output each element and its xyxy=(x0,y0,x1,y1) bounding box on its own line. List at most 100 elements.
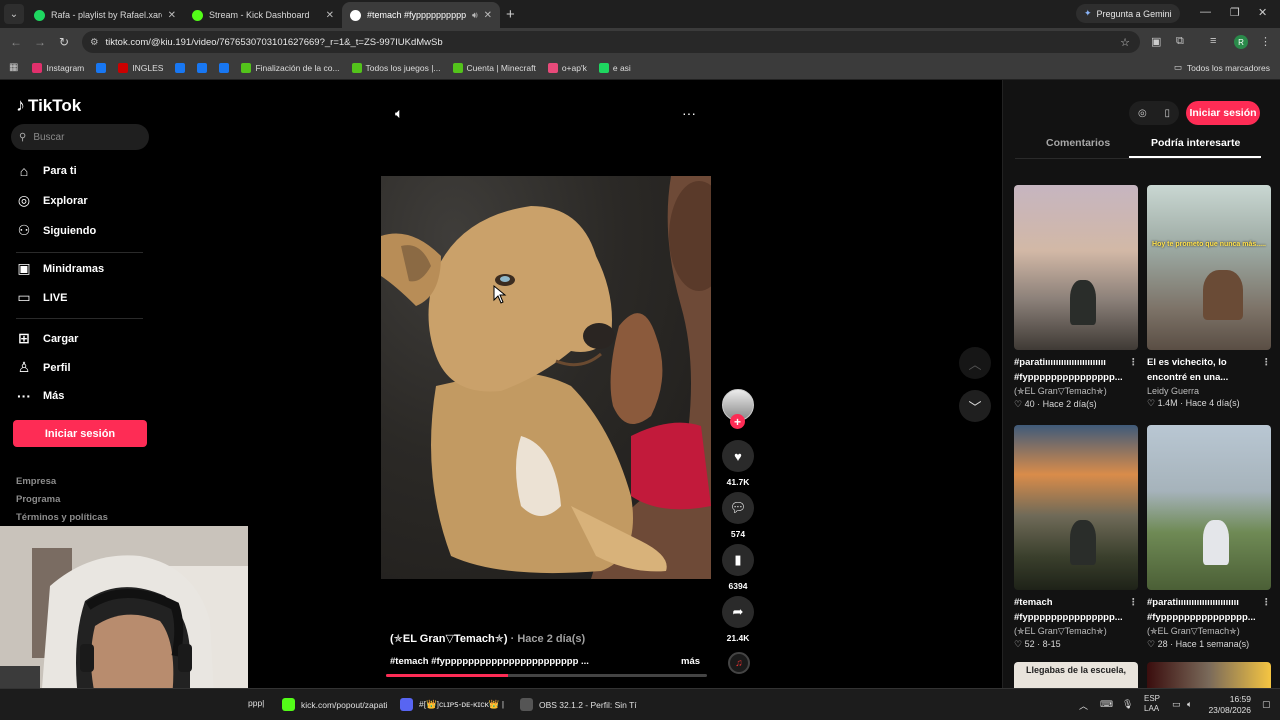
music-disc-icon[interactable]: ♫ xyxy=(728,652,750,674)
share-button[interactable]: ➦ xyxy=(722,596,754,628)
url-input[interactable]: ⚙ tiktok.com/@kiu.191/video/767653070310… xyxy=(82,31,1140,53)
follow-plus-icon[interactable]: + xyxy=(730,414,745,429)
browser-tab[interactable]: #temach #fypppppppppp 🔊︎ ✕ xyxy=(342,2,500,28)
tab-suggested[interactable]: Podría interesarte xyxy=(1151,137,1240,149)
gemini-button[interactable]: ✦ Pregunta a Gemini xyxy=(1076,4,1180,23)
back-button[interactable]: ← xyxy=(4,35,28,49)
bookmark-item[interactable]: e asi xyxy=(598,62,631,73)
suggested-video-card[interactable] xyxy=(1147,662,1271,688)
minimize-button[interactable]: — xyxy=(1200,6,1211,18)
video-author[interactable]: (✯EL Gran▽Temach✯) xyxy=(1014,626,1138,637)
profile-avatar[interactable]: R xyxy=(1234,35,1248,49)
volume-tray-icon[interactable]: 🔈︎ xyxy=(1187,699,1192,710)
video-author[interactable]: (✯EL Gran▽Temach✯) xyxy=(1147,626,1271,637)
close-window-button[interactable]: ✕ xyxy=(1258,6,1267,19)
reload-button[interactable]: ↻ xyxy=(52,35,76,49)
header-login-button[interactable]: Iniciar sesión xyxy=(1186,101,1260,125)
browser-tab[interactable]: Stream - Kick Dashboard ✕ xyxy=(184,2,342,28)
footer-link-terms[interactable]: Términos y políticas xyxy=(16,512,108,523)
video-title[interactable]: #temach #fyppppppppppppppp... ⋮ xyxy=(1014,595,1138,625)
like-button[interactable]: ♥ xyxy=(722,440,754,472)
bookmark-item[interactable]: Instagram xyxy=(32,62,84,73)
microphone-icon[interactable]: 🎙︎ xyxy=(1122,699,1133,710)
sidebar-item-cargar[interactable]: ⊞ Cargar xyxy=(16,330,78,347)
bookmark-item[interactable] xyxy=(96,62,110,73)
sidebar-item-perfil[interactable]: ♙ Perfil xyxy=(16,359,71,376)
search-input[interactable]: ⚲ Buscar xyxy=(11,124,149,150)
video-author[interactable]: (✯EL Gran▽Temach✯) xyxy=(1014,386,1138,397)
sidebar-item-minidramas[interactable]: ▣ Minidramas xyxy=(16,260,104,277)
footer-link-company[interactable]: Empresa xyxy=(16,476,56,487)
suggested-video-card[interactable]: Llegabas de la escuela, xyxy=(1014,662,1138,688)
bookmark-item[interactable] xyxy=(175,62,189,73)
taskbar-app[interactable]: ppp| xyxy=(248,698,264,708)
suggested-video-card[interactable]: #paratiııııııııııııııııııııııı #fypppppp… xyxy=(1147,425,1271,650)
bookmark-item[interactable]: Todos los juegos |... xyxy=(351,62,441,73)
suggested-video-card[interactable]: #temach #fyppppppppppppppp... ⋮ (✯EL Gran▽… xyxy=(1014,425,1138,650)
sidebar-item-siguiendo[interactable]: ⚇ Siguiendo xyxy=(16,222,96,239)
tab-close-icon[interactable]: ✕ xyxy=(168,10,176,21)
card-options-icon[interactable]: ⋮ xyxy=(1262,595,1272,610)
video-player[interactable] xyxy=(381,176,711,579)
volume-icon[interactable]: 🔈︎ xyxy=(395,105,403,122)
language-indicator[interactable]: ESP LAA xyxy=(1144,694,1160,714)
coin-icon[interactable]: ◎ xyxy=(1138,108,1147,119)
video-progress-bar[interactable] xyxy=(386,674,707,677)
sidebar-item-explorar[interactable]: ◎ Explorar xyxy=(16,192,88,209)
sidebar-item-live[interactable]: ▭ LIVE xyxy=(16,289,67,306)
device-icon[interactable]: ▯ xyxy=(1165,108,1171,119)
card-options-icon[interactable]: ⋮ xyxy=(1129,355,1139,370)
caption-more-link[interactable]: más xyxy=(681,656,700,667)
save-button[interactable]: ▮ xyxy=(722,544,754,576)
suggested-video-card[interactable]: #paratiııııııııııııııııııııııı #fypppppp… xyxy=(1014,185,1138,410)
site-info-icon[interactable]: ⚙ xyxy=(90,37,99,48)
tiktok-logo[interactable]: ♪ TikTok xyxy=(16,95,81,116)
media-controls-icon[interactable]: ≡ xyxy=(1210,35,1216,47)
video-author[interactable]: (✯EL Gran▽Temach✯) xyxy=(390,633,508,645)
video-title[interactable]: #paratiııııııııııııııııııııııı #fypppppp… xyxy=(1147,595,1271,625)
video-title[interactable]: El es vichecito, lo encontré en una... ⋮ xyxy=(1147,355,1271,385)
sidebar-item-más[interactable]: ··· Más xyxy=(16,388,64,404)
video-author-line[interactable]: (✯EL Gran▽Temach✯) · Hace 2 día(s) xyxy=(390,632,585,645)
extensions-icon[interactable]: ⧉ xyxy=(1176,35,1184,48)
tab-comments[interactable]: Comentarios xyxy=(1046,137,1110,149)
bookmark-item[interactable] xyxy=(219,62,233,73)
card-options-icon[interactable]: ⋮ xyxy=(1129,595,1139,610)
comment-button[interactable]: 💬︎ xyxy=(722,492,754,524)
cast-icon[interactable]: ▣ xyxy=(1151,35,1161,48)
video-title[interactable]: #paratiııııııııııııııııııııııı #fypppppp… xyxy=(1014,355,1138,385)
tab-close-icon[interactable]: ✕ xyxy=(484,10,492,21)
network-icon[interactable]: ▭ xyxy=(1172,699,1181,710)
forward-button[interactable]: → xyxy=(28,35,52,49)
sidebar-item-para-ti[interactable]: ⌂ Para ti xyxy=(16,163,77,179)
suggested-video-card[interactable]: Hoy te prometo que nunca más..... El es v… xyxy=(1147,185,1271,409)
taskbar-app[interactable]: kick.com/popout/zapati xyxy=(282,698,387,711)
all-bookmarks-button[interactable]: ▭ Todos los marcadores xyxy=(1174,62,1270,73)
system-clock[interactable]: 16:59 23/08/2026 xyxy=(1203,694,1251,716)
next-video-button[interactable]: ﹀ xyxy=(959,390,991,422)
taskbar-app[interactable]: OBS 32.1.2 - Perfil: Sin Tí xyxy=(520,698,637,711)
previous-video-button[interactable]: ︿ xyxy=(959,347,991,379)
tab-search-button[interactable]: ⌄ xyxy=(4,4,24,24)
bookmark-item[interactable]: INGLES xyxy=(118,62,163,73)
tab-audio-icon[interactable]: 🔊︎ xyxy=(472,10,478,21)
tab-close-icon[interactable]: ✕ xyxy=(326,10,334,21)
bookmark-item[interactable]: Cuenta | Minecraft xyxy=(452,62,536,73)
browser-tab[interactable]: Rafa - playlist by Rafael.xared | ✕ xyxy=(26,2,184,28)
bookmark-item[interactable] xyxy=(197,62,211,73)
maximize-button[interactable]: ❐ xyxy=(1230,6,1240,19)
notifications-icon[interactable]: ▢ xyxy=(1262,699,1271,710)
apps-grid-icon[interactable]: ▦ xyxy=(9,62,18,73)
video-author[interactable]: Leidy Guerra xyxy=(1147,386,1271,396)
video-options-icon[interactable]: ··· xyxy=(682,105,696,121)
tray-overflow-icon[interactable]: ︿ xyxy=(1079,699,1088,712)
new-tab-button[interactable]: + xyxy=(506,6,515,23)
bookmark-star-icon[interactable]: ☆ xyxy=(1120,36,1130,49)
sidebar-login-button[interactable]: Iniciar sesión xyxy=(13,420,147,447)
keyboard-icon[interactable]: ⌨ xyxy=(1100,699,1113,710)
taskbar-app[interactable]: #[👑]ᴄʟɪᴘꜱ-ᴅᴇ-ᴋɪᴄᴋ👑 | xyxy=(400,698,504,711)
browser-menu-icon[interactable]: ⋮ xyxy=(1260,35,1271,48)
bookmark-item[interactable]: Finalización de la co... xyxy=(241,62,340,73)
footer-link-program[interactable]: Programa xyxy=(16,494,60,505)
card-options-icon[interactable]: ⋮ xyxy=(1262,355,1272,370)
